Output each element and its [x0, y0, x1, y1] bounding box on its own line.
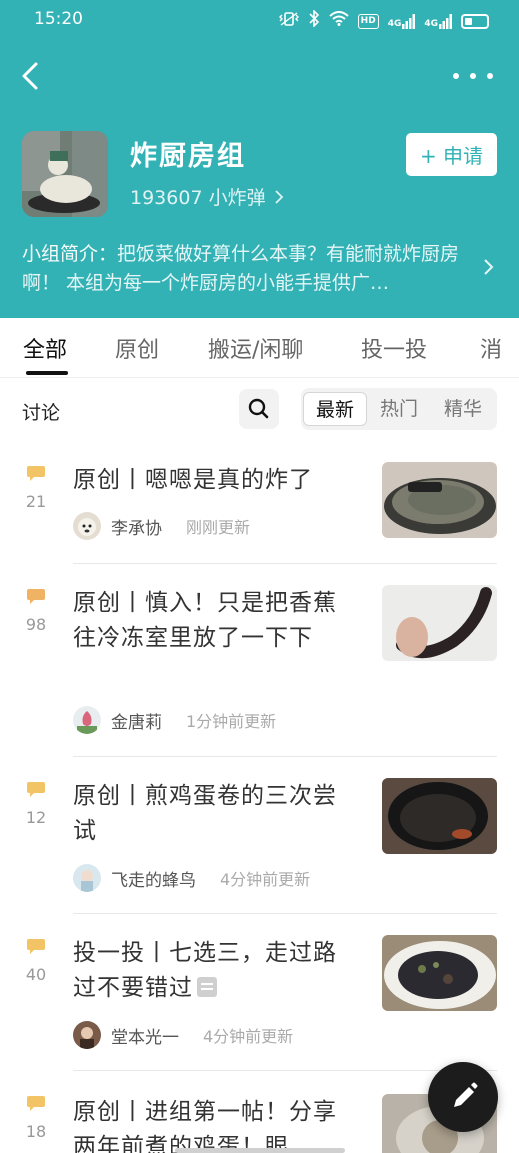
nav-bar [0, 48, 519, 104]
more-button[interactable] [453, 64, 493, 88]
comment-bubble-icon [27, 939, 45, 954]
search-icon [248, 398, 269, 419]
group-meta[interactable]: 193607 小炸弹 [130, 183, 284, 210]
post-author: 飞走的蜂鸟 4分钟前更新 [73, 863, 310, 893]
post-thumbnail [382, 778, 497, 854]
author-name: 金唐莉 [111, 712, 162, 733]
status-icons: HD 4G 4G [278, 9, 489, 33]
avatar [73, 706, 101, 734]
signal-icon-2: 4G [424, 14, 452, 29]
group-name: 炸厨房组 [130, 141, 246, 172]
avatar [73, 1021, 101, 1049]
divider [73, 913, 497, 914]
post-title: 原创丨进组第一帖！分享两年前煮的鸡蛋！眼 [73, 1099, 337, 1153]
sort-hot[interactable]: 热门 [369, 392, 429, 426]
group-header: 15:20 HD 4G 4G 炸厨房组 193607 小炸弹 + 申请 小组简介… [0, 0, 519, 318]
post-title: 投一投丨七选三，走过路过不要错过 [73, 940, 337, 1001]
post-item[interactable]: 12 原创丨煎鸡蛋卷的三次尝试 飞走的蜂鸟 4分钟前更新 [0, 764, 519, 914]
sort-toggle: 最新 热门 精华 [301, 388, 497, 430]
group-cover-image [22, 131, 108, 217]
post-title: 原创丨慎入！只是把香蕉往冷冻室里放了一下下 [73, 590, 337, 651]
sort-latest[interactable]: 最新 [303, 392, 367, 426]
post-author: 李承协 刚刚更新 [73, 511, 250, 541]
post-item[interactable]: 21 原创丨嗯嗯是真的炸了 李承协 刚刚更新 [0, 448, 519, 564]
section-label: 讨论 [22, 402, 61, 424]
comment-count: 12 [25, 808, 47, 827]
comment-bubble-icon [27, 782, 45, 797]
battery-icon [461, 14, 489, 29]
group-intro[interactable]: 小组简介：把饭菜做好算什么本事？有能耐就炸厨房啊！ 本组为每一个炸厨房的小能手提… [22, 240, 480, 298]
comment-bubble-icon [27, 589, 45, 604]
update-time: 4分钟前更新 [220, 870, 311, 889]
update-time: 1分钟前更新 [186, 712, 277, 731]
hd-badge: HD [357, 14, 379, 29]
post-author: 金唐莉 1分钟前更新 [73, 705, 276, 735]
chevron-right-icon [274, 190, 283, 204]
back-button[interactable] [14, 56, 48, 96]
author-name: 飞走的蜂鸟 [111, 870, 196, 891]
post-thumbnail [382, 585, 497, 661]
comment-count: 18 [25, 1122, 47, 1141]
post-thumbnail [382, 935, 497, 1011]
tab-more[interactable]: 消 [480, 332, 502, 364]
tab-active-indicator [26, 371, 68, 375]
avatar [73, 864, 101, 892]
divider [73, 563, 497, 564]
search-button[interactable] [239, 389, 279, 429]
update-time: 刚刚更新 [186, 518, 251, 537]
tab-vote[interactable]: 投一投 [361, 332, 427, 364]
bluetooth-icon [308, 9, 320, 33]
post-title: 原创丨嗯嗯是真的炸了 [73, 467, 313, 493]
avatar [73, 512, 101, 540]
comment-bubble-icon [27, 1096, 45, 1111]
group-member-count: 193607 小炸弹 [130, 187, 266, 209]
status-bar: 15:20 HD 4G 4G [0, 0, 519, 40]
update-time: 4分钟前更新 [203, 1027, 294, 1046]
wifi-icon [329, 11, 349, 32]
more-dots-icon [453, 73, 459, 79]
sort-featured[interactable]: 精华 [433, 392, 493, 426]
chevron-right-icon [484, 259, 494, 275]
comment-bubble-icon [27, 466, 45, 481]
filter-row: 讨论 最新 热门 精华 [0, 380, 519, 440]
comment-count: 40 [25, 965, 47, 984]
pencil-icon [454, 1082, 478, 1107]
intro-label: 小组简介： [22, 243, 118, 265]
vibrate-icon [278, 11, 299, 33]
compose-post-button[interactable] [428, 1062, 498, 1132]
post-item[interactable]: 98 原创丨慎入！只是把香蕉往冷冻室里放了一下下 金唐莉 1分钟前更新 [0, 571, 519, 757]
status-time: 15:20 [34, 9, 83, 29]
category-tabs: 全部 原创 搬运/闲聊 投一投 消 [0, 318, 519, 378]
document-icon [197, 976, 217, 997]
post-thumbnail [382, 462, 497, 538]
tab-repost-chat[interactable]: 搬运/闲聊 [208, 332, 303, 364]
tab-original[interactable]: 原创 [115, 332, 159, 364]
comment-count: 21 [25, 492, 47, 511]
post-title: 原创丨煎鸡蛋卷的三次尝试 [73, 783, 337, 844]
tab-all[interactable]: 全部 [23, 332, 67, 364]
divider [73, 756, 497, 757]
post-item[interactable]: 40 投一投丨七选三，走过路过不要错过 堂本光一 4分钟前更新 [0, 921, 519, 1071]
author-name: 李承协 [111, 518, 162, 539]
signal-icon-1: 4G [388, 14, 416, 29]
apply-join-button[interactable]: + 申请 [406, 133, 497, 176]
comment-count: 98 [25, 615, 47, 634]
home-indicator [175, 1148, 345, 1153]
back-arrow-icon [22, 62, 38, 90]
author-name: 堂本光一 [111, 1027, 179, 1048]
post-author: 堂本光一 4分钟前更新 [73, 1020, 293, 1050]
